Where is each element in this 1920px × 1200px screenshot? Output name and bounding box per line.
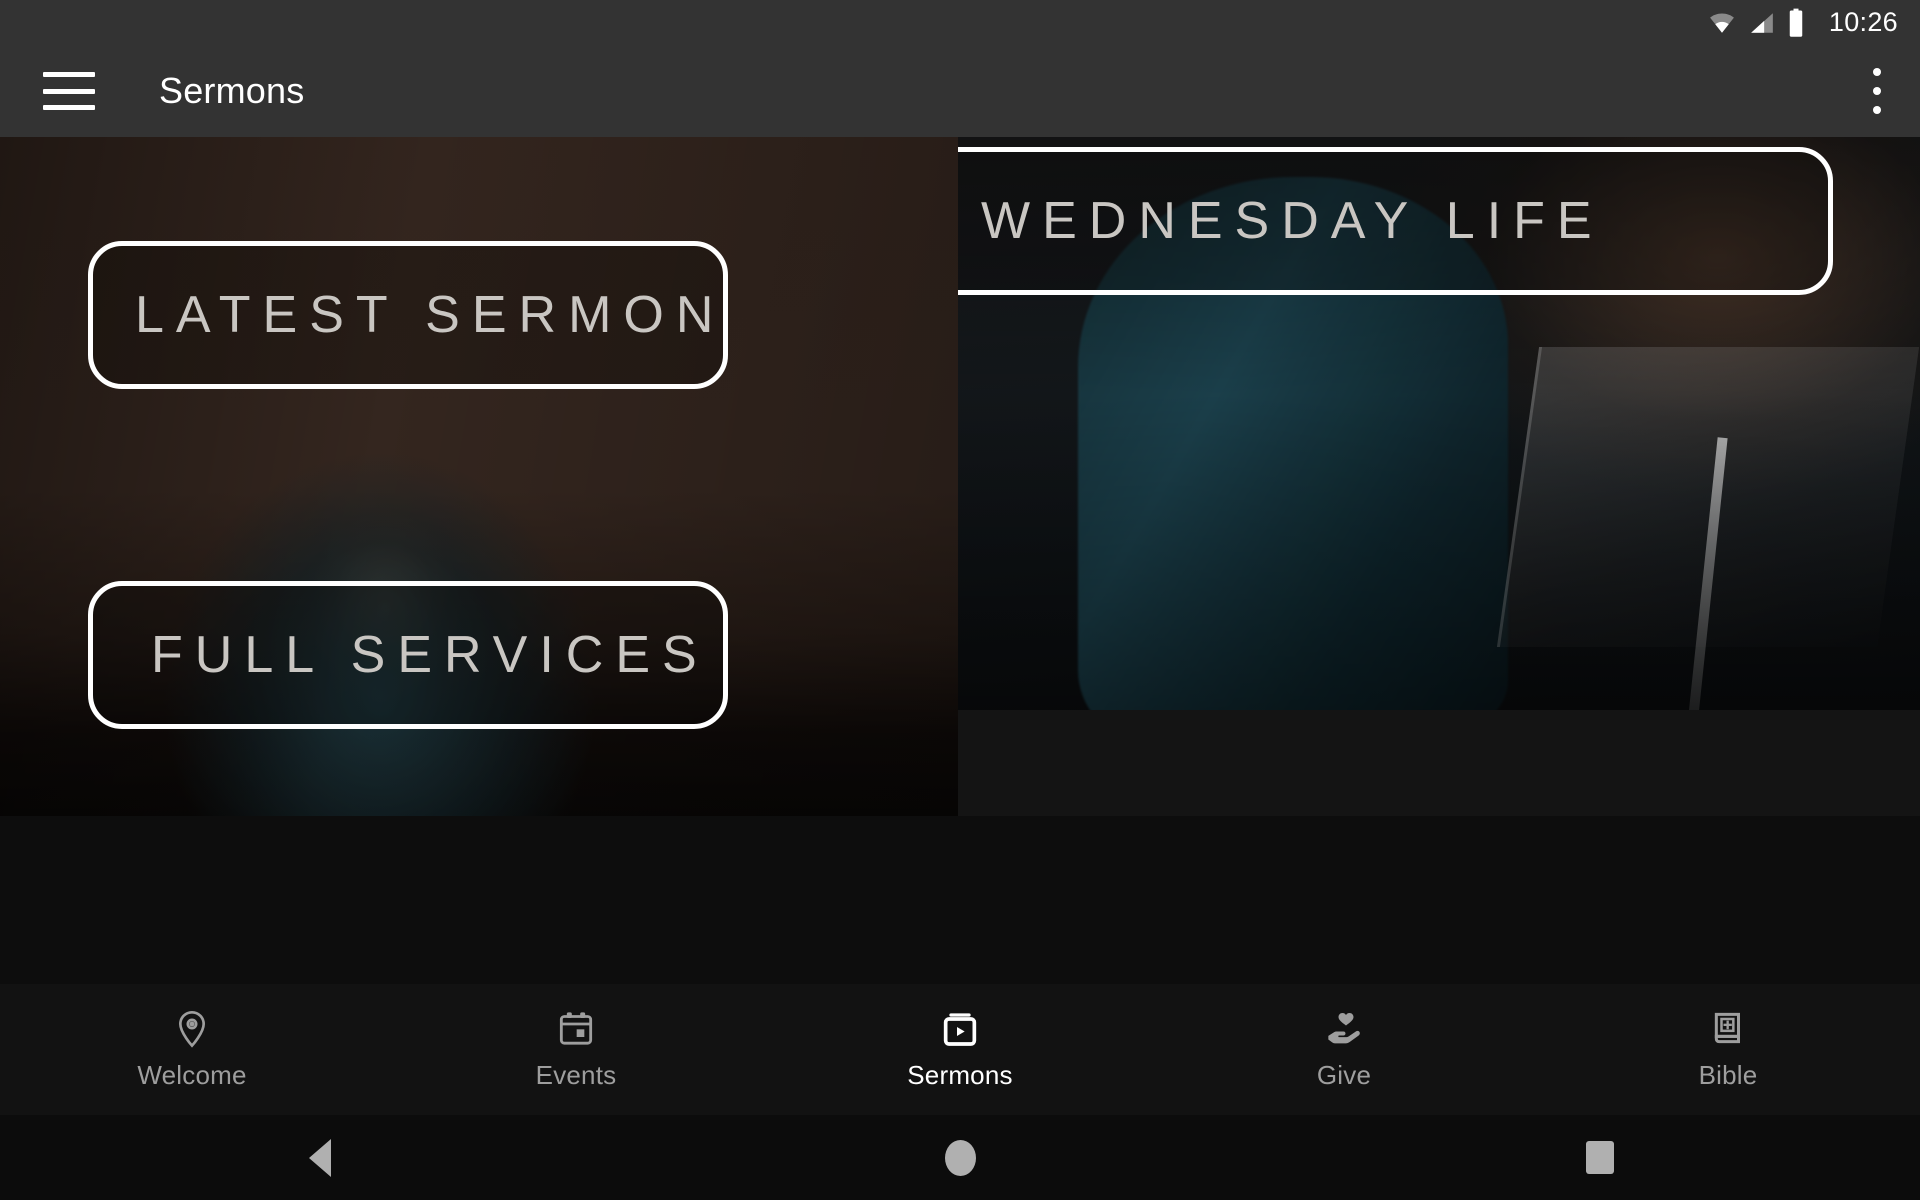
- calendar-icon: [559, 1011, 593, 1045]
- nav-item-welcome[interactable]: Welcome: [0, 1009, 384, 1091]
- sermons-screen: 10:26 Sermons WEDNESDAY LIFE LATEST SERM…: [0, 0, 1920, 1200]
- nav-label-sermons: Sermons: [907, 1059, 1013, 1090]
- system-home-button[interactable]: [900, 1139, 1020, 1176]
- recents-square-icon: [1586, 1141, 1614, 1174]
- system-recents-button[interactable]: [1540, 1141, 1660, 1174]
- nav-label-bible: Bible: [1698, 1059, 1758, 1090]
- tile-wednesday-life[interactable]: WEDNESDAY LIFE: [958, 137, 1920, 710]
- hamburger-menu-icon[interactable]: [43, 72, 95, 110]
- tile-latest-sermon-label[interactable]: LATEST SERMON: [88, 241, 728, 389]
- tile-grid: WEDNESDAY LIFE LATEST SERMON FULL SERVIC…: [0, 137, 1920, 816]
- page-title: Sermons: [159, 70, 305, 111]
- battery-icon: [1789, 8, 1803, 37]
- tile-wednesday-life-label[interactable]: WEDNESDAY LIFE: [958, 147, 1833, 295]
- nav-label-welcome: Welcome: [137, 1059, 247, 1090]
- overflow-menu-icon[interactable]: [1872, 68, 1882, 114]
- tile-full-services-label[interactable]: FULL SERVICES: [88, 581, 728, 729]
- bottom-navigation-bar: Welcome Events Sermons Give Bible: [0, 984, 1920, 1115]
- app-toolbar: Sermons: [0, 45, 1920, 137]
- nav-label-give: Give: [1316, 1059, 1372, 1090]
- tile-empty-slot: [958, 710, 1920, 816]
- bible-book-icon: [1714, 1012, 1740, 1043]
- wifi-icon: [1710, 12, 1734, 33]
- nav-item-sermons[interactable]: Sermons: [768, 1009, 1152, 1091]
- back-triangle-icon: [309, 1138, 331, 1177]
- system-navigation-bar: [0, 1115, 1920, 1200]
- location-pin-icon: [178, 1010, 206, 1048]
- hand-heart-icon: [1328, 1012, 1360, 1043]
- home-circle-icon: [944, 1139, 976, 1176]
- nav-item-events[interactable]: Events: [384, 1009, 768, 1091]
- nav-label-events: Events: [535, 1059, 617, 1090]
- video-library-icon: [943, 1012, 977, 1046]
- status-bar: 10:26: [0, 0, 1920, 45]
- status-icon-group: 10:26: [1707, 7, 1898, 38]
- status-time: 10:26: [1828, 7, 1898, 37]
- nav-item-give[interactable]: Give: [1152, 1009, 1536, 1091]
- system-back-button[interactable]: [260, 1138, 380, 1177]
- nav-item-bible[interactable]: Bible: [1536, 1009, 1920, 1091]
- cellular-signal-icon: [1751, 12, 1773, 33]
